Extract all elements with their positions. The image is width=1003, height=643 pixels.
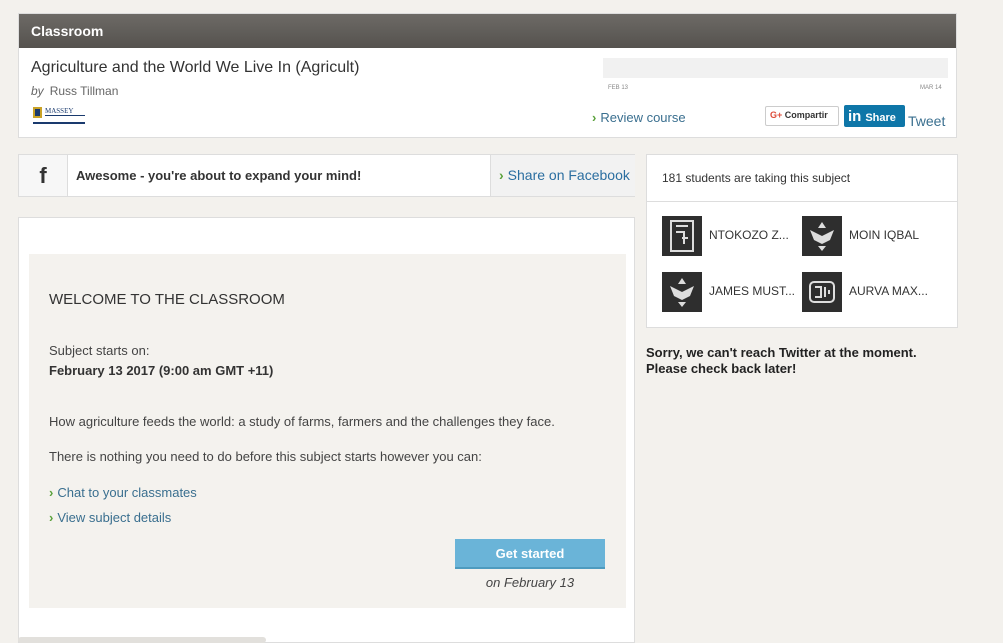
chevron-right-icon: ›	[592, 110, 597, 125]
facebook-share-bar: f Awesome - you're about to expand your …	[18, 154, 635, 197]
avatar	[802, 216, 842, 256]
timeline-start-date: FEB 13	[608, 85, 629, 91]
student-item[interactable]: MOIN IQBAL	[802, 216, 942, 256]
scroll-shadow	[18, 637, 266, 643]
linkedin-share-button[interactable]: in Share	[844, 105, 905, 127]
twitter-error-message: Sorry, we can't reach Twitter at the mom…	[646, 345, 956, 377]
linkedin-icon: in	[848, 108, 862, 125]
facebook-icon: f	[19, 155, 68, 196]
facebook-message: Awesome - you're about to expand your mi…	[76, 168, 362, 183]
course-title: Agriculture and the World We Live In (Ag…	[31, 59, 360, 76]
classroom-header-panel: Classroom Agriculture and the World We L…	[18, 13, 957, 138]
by-label: by	[31, 84, 44, 98]
divider	[647, 201, 957, 202]
students-count: 181 students are taking this subject	[662, 171, 851, 185]
students-panel: 181 students are taking this subject NTO…	[646, 154, 958, 328]
google-plus-icon: G+	[770, 110, 783, 120]
subject-start-date: February 13 2017 (9:00 am GMT +11)	[49, 363, 274, 378]
review-course-link[interactable]: › Review course	[592, 110, 686, 125]
subject-description: How agriculture feeds the world: a study…	[49, 414, 555, 429]
avatar	[662, 216, 702, 256]
get-started-button[interactable]: Get started	[455, 539, 605, 569]
welcome-title: WELCOME TO THE CLASSROOM	[49, 291, 285, 308]
course-byline: by Russ Tillman	[31, 84, 118, 98]
view-subject-details-label: View subject details	[57, 510, 172, 525]
review-course-label: Review course	[600, 110, 686, 125]
avatar	[802, 272, 842, 312]
chevron-right-icon: ›	[49, 485, 54, 500]
logo-text: MASSEY	[45, 107, 73, 115]
share-on-facebook-label: Share on Facebook	[507, 167, 630, 183]
google-share-button[interactable]: G+ Compartir	[765, 106, 839, 126]
student-name: NTOKOZO Z...	[709, 228, 789, 242]
classroom-section-bar: Classroom	[19, 14, 956, 48]
student-item[interactable]: JAMES MUST...	[662, 272, 802, 312]
chat-classmates-label: Chat to your classmates	[57, 485, 197, 500]
get-started-date: on February 13	[485, 575, 575, 590]
twitter-error-line: Sorry, we can't reach Twitter at the mom…	[646, 345, 917, 360]
chevron-right-icon: ›	[499, 167, 504, 183]
chevron-right-icon: ›	[49, 510, 54, 525]
google-share-label: Compartir	[784, 110, 828, 120]
student-name: MOIN IQBAL	[849, 228, 920, 242]
classroom-main-card: WELCOME TO THE CLASSROOM Subject starts …	[18, 217, 635, 643]
pre-start-instructions: There is nothing you need to do before t…	[49, 449, 482, 464]
welcome-box: WELCOME TO THE CLASSROOM Subject starts …	[29, 254, 626, 608]
course-author: Russ Tillman	[49, 84, 119, 98]
student-item[interactable]: AURVA MAX...	[802, 272, 942, 312]
course-timeline-track	[603, 58, 948, 78]
avatar	[662, 272, 702, 312]
subject-starts-label: Subject starts on:	[49, 343, 150, 358]
twitter-error-line: Please check back later!	[646, 361, 797, 376]
share-on-facebook-button[interactable]: › Share on Facebook	[490, 155, 635, 196]
timeline-end-date: MAR 14	[920, 85, 942, 91]
chat-classmates-link[interactable]: › Chat to your classmates	[49, 485, 197, 500]
linkedin-share-label: Share	[865, 112, 896, 124]
university-logo: MASSEY	[32, 104, 88, 126]
tweet-link[interactable]: Tweet	[908, 113, 945, 129]
student-name: JAMES MUST...	[709, 284, 796, 298]
view-subject-details-link[interactable]: › View subject details	[49, 510, 171, 525]
student-item[interactable]: NTOKOZO Z...	[662, 216, 802, 256]
student-name: AURVA MAX...	[849, 284, 928, 298]
